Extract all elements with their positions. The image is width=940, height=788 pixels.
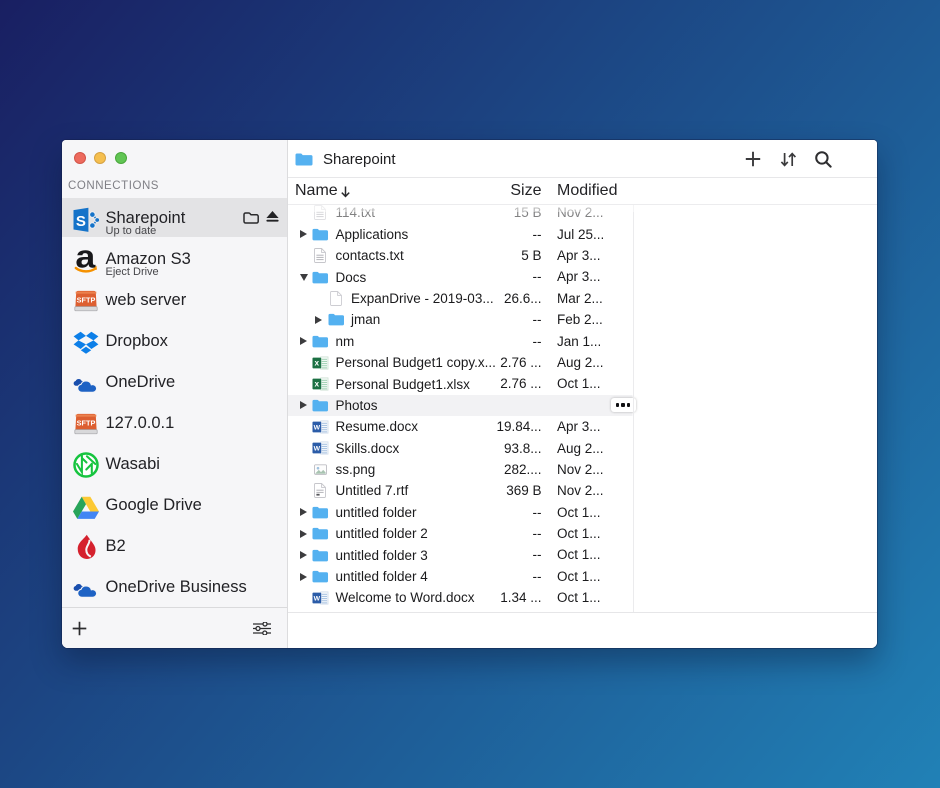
svg-text:W: W xyxy=(314,446,321,453)
svg-text:x: x xyxy=(315,358,320,367)
svg-text:W: W xyxy=(314,595,321,602)
svg-text:W: W xyxy=(314,424,321,431)
svg-text:x: x xyxy=(315,380,320,389)
svg-text:SFTP: SFTP xyxy=(77,418,96,427)
svg-text:S: S xyxy=(76,212,86,229)
svg-text:SFTP: SFTP xyxy=(77,295,96,304)
